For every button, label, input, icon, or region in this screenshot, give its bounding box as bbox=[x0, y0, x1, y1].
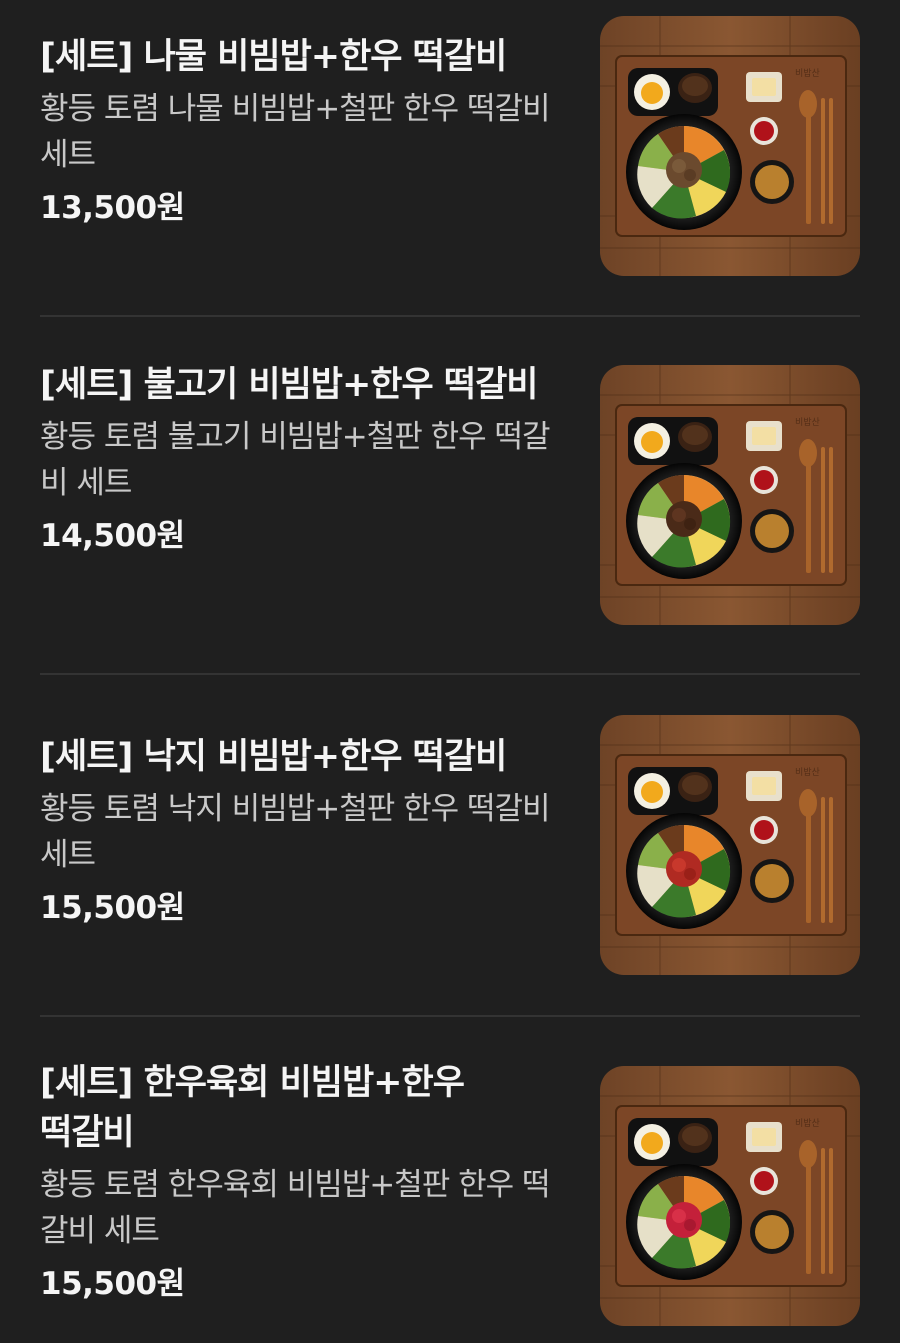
menu-item-text: [세트] 낙지 비빔밥+한우 떡갈비 황등 토렴 낙지 비빔밥+철판 한우 떡갈… bbox=[40, 732, 560, 928]
menu-item-text: [세트] 한우육회 비빔밥+한우 떡갈비 황등 토렴 한우육회 비빔밥+철판 한… bbox=[40, 1058, 560, 1304]
menu-item-description: 황등 토렴 나물 비빔밥+철판 한우 떡갈비 세트 bbox=[40, 91, 551, 173]
menu-item-description: 황등 토렴 불고기 비빔밥+철판 한우 떡갈비 세트 bbox=[40, 419, 551, 501]
menu-item-price: 15,500원 bbox=[40, 890, 185, 926]
menu-item-price: 13,500원 bbox=[40, 190, 185, 226]
menu-item-price: 14,500원 bbox=[40, 518, 185, 554]
menu-list: [세트] 나물 비빔밥+한우 떡갈비 황등 토렴 나물 비빔밥+철판 한우 떡갈… bbox=[0, 0, 900, 1343]
menu-item-photo[interactable]: 비밥산 bbox=[600, 365, 860, 625]
menu-item[interactable]: [세트] 낙지 비빔밥+한우 떡갈비 황등 토렴 낙지 비빔밥+철판 한우 떡갈… bbox=[40, 715, 860, 992]
menu-item-description: 황등 토렴 낙지 비빔밥+철판 한우 떡갈비 세트 bbox=[40, 791, 551, 873]
svg-text:비밥산: 비밥산 bbox=[795, 1118, 820, 1129]
menu-item-photo[interactable]: 비밥산 bbox=[600, 715, 860, 975]
menu-item-price: 15,500원 bbox=[40, 1266, 185, 1302]
menu-item-text: [세트] 불고기 비빔밥+한우 떡갈비 황등 토렴 불고기 비빔밥+철판 한우 … bbox=[40, 360, 560, 556]
menu-item-text: [세트] 나물 비빔밥+한우 떡갈비 황등 토렴 나물 비빔밥+철판 한우 떡갈… bbox=[40, 32, 560, 228]
menu-item-title: [세트] 불고기 비빔밥+한우 떡갈비 bbox=[40, 365, 538, 405]
svg-text:비밥산: 비밥산 bbox=[795, 767, 820, 778]
menu-item[interactable]: [세트] 한우육회 비빔밥+한우 떡갈비 황등 토렴 한우육회 비빔밥+철판 한… bbox=[40, 1058, 860, 1338]
menu-item-title: [세트] 한우육회 비빔밥+한우 떡갈비 bbox=[40, 1063, 465, 1153]
menu-item-title: [세트] 나물 비빔밥+한우 떡갈비 bbox=[40, 37, 507, 77]
menu-item[interactable]: [세트] 불고기 비빔밥+한우 떡갈비 황등 토렴 불고기 비빔밥+철판 한우 … bbox=[40, 360, 860, 630]
divider bbox=[40, 673, 860, 675]
divider bbox=[40, 315, 860, 317]
menu-item-title: [세트] 낙지 비빔밥+한우 떡갈비 bbox=[40, 737, 507, 777]
menu-item-description: 황등 토렴 한우육회 비빔밥+철판 한우 떡갈비 세트 bbox=[40, 1167, 551, 1249]
divider bbox=[40, 1015, 860, 1017]
menu-item-photo[interactable]: 비밥산 bbox=[600, 1066, 860, 1326]
svg-text:비밥산: 비밥산 bbox=[795, 68, 820, 79]
menu-item[interactable]: [세트] 나물 비빔밥+한우 떡갈비 황등 토렴 나물 비빔밥+철판 한우 떡갈… bbox=[40, 16, 860, 288]
svg-text:비밥산: 비밥산 bbox=[795, 417, 820, 428]
menu-item-photo[interactable]: 비밥산 bbox=[600, 16, 860, 276]
